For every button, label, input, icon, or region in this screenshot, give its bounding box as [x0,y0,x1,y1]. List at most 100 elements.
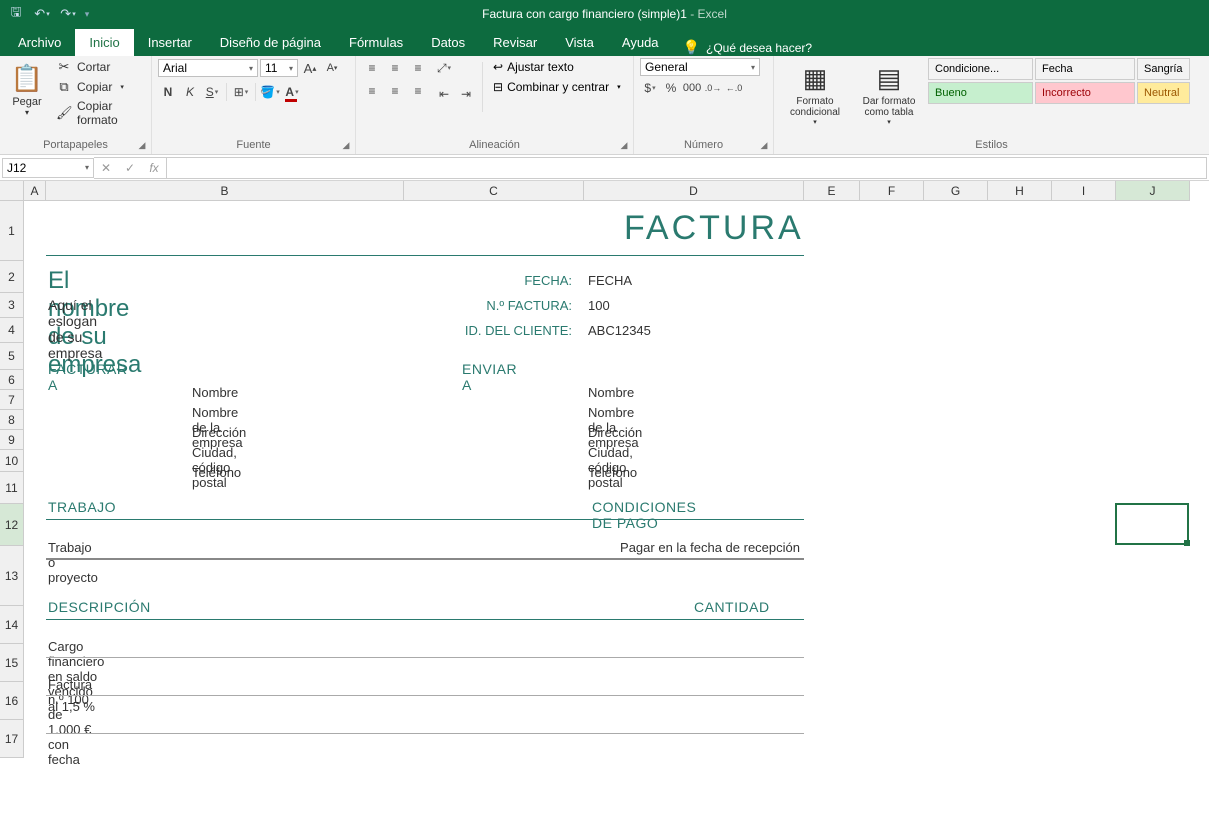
cancel-formula-button[interactable]: ✕ [94,158,118,178]
tell-me-search[interactable]: 💡 ¿Qué desea hacer? [673,39,823,56]
style-condicione[interactable]: Condicione... [928,58,1033,80]
bill-to-line[interactable]: Teléfono [192,465,241,480]
align-left-button[interactable]: ≡ [362,81,382,101]
tab-formulas[interactable]: Fórmulas [335,29,417,56]
insert-function-button[interactable]: fx [142,158,166,178]
comma-format-button[interactable]: 000 [682,78,702,98]
underline-button[interactable]: S▾ [202,82,222,102]
qat-customize-button[interactable]: ▾ [82,9,92,20]
tab-data[interactable]: Datos [417,29,479,56]
number-launcher[interactable]: ◢ [757,138,771,152]
row-header-14[interactable]: 14 [0,606,24,644]
tab-view[interactable]: Vista [551,29,608,56]
ship-to-line[interactable]: Dirección [588,425,642,440]
row-header-6[interactable]: 6 [0,370,24,390]
name-box[interactable]: J12▾ [2,158,94,178]
row-header-13[interactable]: 13 [0,546,24,606]
orientation-button[interactable]: ⤢▾ [434,58,454,78]
font-name-combo[interactable]: Arial▾ [158,59,258,77]
style-sangria[interactable]: Sangría [1137,58,1190,80]
column-header-I[interactable]: I [1052,181,1116,201]
font-color-button[interactable]: A▾ [282,82,302,102]
row-header-5[interactable]: 5 [0,343,24,370]
fill-color-button[interactable]: 🪣▾ [260,82,280,102]
row-header-2[interactable]: 2 [0,261,24,293]
row-header-8[interactable]: 8 [0,410,24,430]
row-header-1[interactable]: 1 [0,201,24,261]
enter-formula-button[interactable]: ✓ [118,158,142,178]
column-header-B[interactable]: B [46,181,404,201]
align-bottom-button[interactable]: ≡ [408,58,428,78]
customer-id-value[interactable]: ABC12345 [588,323,651,338]
column-header-E[interactable]: E [804,181,860,201]
column-header-A[interactable]: A [24,181,46,201]
number-format-combo[interactable]: General▾ [640,58,760,76]
column-header-H[interactable]: H [988,181,1052,201]
copy-button[interactable]: ⧉Copiar▾ [52,78,145,96]
conditional-formatting-button[interactable]: ▦ Formato condicional▾ [780,58,850,128]
clipboard-launcher[interactable]: ◢ [135,138,149,152]
style-fecha[interactable]: Fecha [1035,58,1135,80]
font-size-combo[interactable]: 11▾ [260,59,298,77]
bill-to-line[interactable]: Nombre [192,385,238,400]
grow-font-button[interactable]: A▴ [300,58,320,78]
paste-button[interactable]: 📋 Pegar ▾ [6,58,48,119]
row-header-12[interactable]: 12 [0,504,24,546]
column-header-D[interactable]: D [584,181,804,201]
column-header-F[interactable]: F [860,181,924,201]
align-top-button[interactable]: ≡ [362,58,382,78]
borders-button[interactable]: ⊞▾ [231,82,251,102]
align-right-button[interactable]: ≡ [408,81,428,101]
column-header-G[interactable]: G [924,181,988,201]
select-all-corner[interactable] [0,181,24,201]
cut-button[interactable]: ✂Cortar [52,58,145,76]
ship-to-line[interactable]: Teléfono [588,465,637,480]
date-value[interactable]: FECHA [588,273,632,288]
shrink-font-button[interactable]: A▾ [322,58,342,78]
style-incorrecto[interactable]: Incorrecto [1035,82,1135,104]
redo-button[interactable]: ↷▾ [56,3,80,25]
row-header-3[interactable]: 3 [0,293,24,318]
row-header-16[interactable]: 16 [0,682,24,720]
row-header-9[interactable]: 9 [0,430,24,450]
italic-button[interactable]: K [180,82,200,102]
formula-input[interactable] [167,157,1207,179]
alignment-launcher[interactable]: ◢ [617,138,631,152]
save-button[interactable]: 🖫 [4,3,28,25]
decrease-indent-button[interactable]: ⇤ [434,84,454,104]
increase-decimal-button[interactable]: .0→ [703,78,723,98]
tab-insert[interactable]: Insertar [134,29,206,56]
tab-review[interactable]: Revisar [479,29,551,56]
align-middle-button[interactable]: ≡ [385,58,405,78]
format-painter-button[interactable]: 🖌Copiar formato [52,98,145,128]
row-header-15[interactable]: 15 [0,644,24,682]
row-header-17[interactable]: 17 [0,720,24,758]
cell-styles-gallery[interactable]: Condicione... Fecha Sangría Bueno Incorr… [928,58,1190,104]
bill-to-line[interactable]: Dirección [192,425,246,440]
format-as-table-button[interactable]: ▤ Dar formato como tabla▾ [854,58,924,128]
style-neutral[interactable]: Neutral [1137,82,1190,104]
font-launcher[interactable]: ◢ [339,138,353,152]
company-slogan[interactable]: Aquí el eslogan de su empresa [48,297,102,361]
row-header-7[interactable]: 7 [0,390,24,410]
row-header-11[interactable]: 11 [0,472,24,504]
decrease-decimal-button[interactable]: ←.0 [724,78,744,98]
wrap-text-button[interactable]: ↩Ajustar texto [489,58,627,76]
row-header-4[interactable]: 4 [0,318,24,343]
column-header-C[interactable]: C [404,181,584,201]
tab-help[interactable]: Ayuda [608,29,673,56]
tab-home[interactable]: Inicio [75,29,133,56]
undo-button[interactable]: ↶▾ [30,3,54,25]
tab-file[interactable]: Archivo [4,29,75,56]
merge-center-button[interactable]: ⊟Combinar y centrar▾ [489,78,627,96]
job-value[interactable]: Trabajo o proyecto [48,540,98,585]
terms-value[interactable]: Pagar en la fecha de recepción [570,540,800,555]
row-header-10[interactable]: 10 [0,450,24,472]
line-item-2[interactable]: Factura n.º 100 de 1.000 € con fecha [48,677,92,767]
increase-indent-button[interactable]: ⇥ [456,84,476,104]
column-header-J[interactable]: J [1116,181,1190,201]
spreadsheet-grid[interactable]: ABCDEFGHIJ 1234567891011121314151617 FAC… [0,181,1209,813]
bold-button[interactable]: N [158,82,178,102]
accounting-format-button[interactable]: $▾ [640,78,660,98]
tab-page-layout[interactable]: Diseño de página [206,29,335,56]
